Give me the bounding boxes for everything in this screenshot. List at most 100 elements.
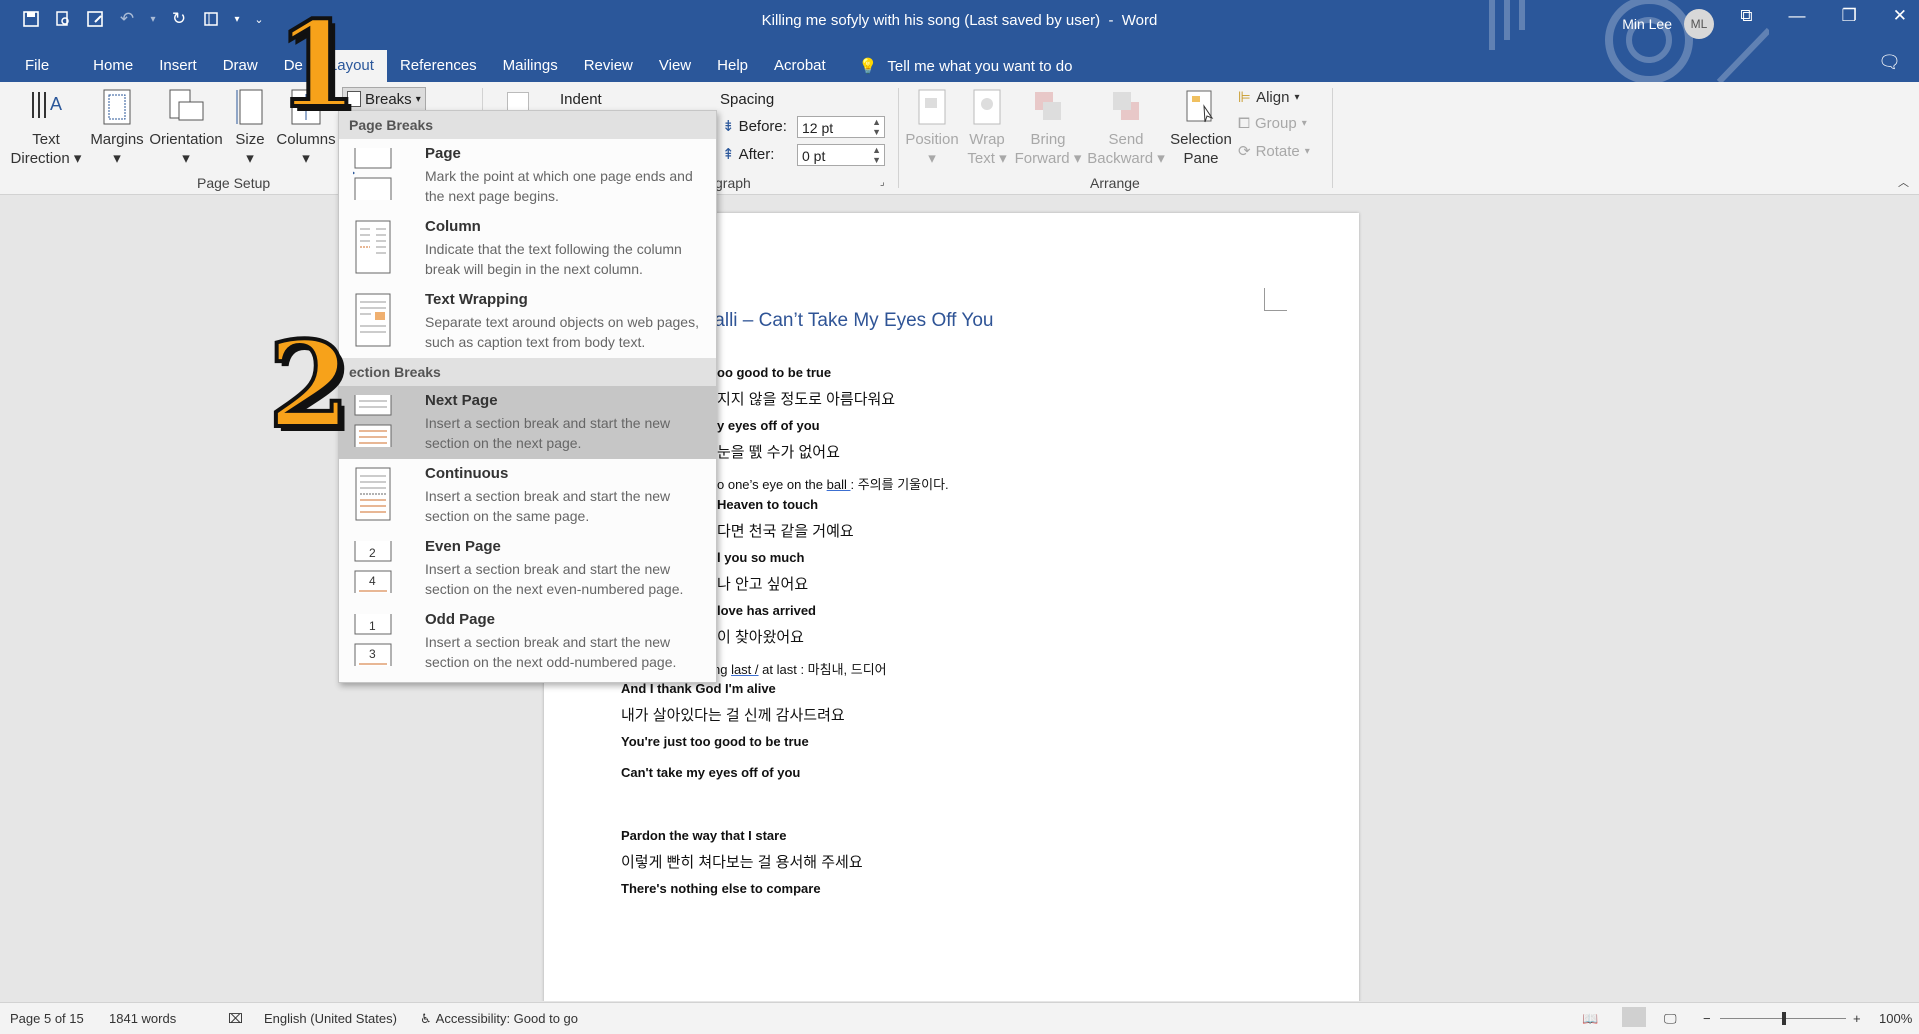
- spinner-arrows-icon[interactable]: ▲ ▼: [872, 117, 881, 137]
- margins-button[interactable]: Margins ▾: [88, 88, 146, 168]
- zoom-level[interactable]: 100%: [1879, 1011, 1912, 1026]
- paragraph-dialog-launcher-icon[interactable]: ⌟: [880, 177, 885, 188]
- menu-item-page[interactable]: Page Mark the point at which one page end…: [339, 139, 716, 212]
- size-icon: [231, 88, 269, 126]
- orientation-button[interactable]: Orientation ▾: [146, 88, 226, 168]
- rotate-button[interactable]: ⟳ Rotate ▾: [1238, 142, 1310, 161]
- spacing-before-field[interactable]: 12 pt ▲ ▼: [797, 116, 885, 138]
- selection-pane-label: Selection: [1170, 131, 1232, 148]
- tab-draw[interactable]: Draw: [210, 50, 271, 82]
- menu-item-text-wrapping[interactable]: Text Wrapping Separate text around object…: [339, 285, 716, 358]
- document-heading: /alli – Can’t Take My Eyes Off You: [709, 310, 994, 331]
- print-layout-icon[interactable]: [1622, 1007, 1646, 1027]
- bring-forward-button[interactable]: Bring Forward ▾: [1012, 88, 1084, 168]
- svg-text:4: 4: [369, 574, 376, 588]
- menu-item-odd-page[interactable]: 1 3 Odd Page Insert a section break and sta…: [339, 605, 716, 678]
- size-button[interactable]: Size ▾: [228, 88, 272, 168]
- svg-text:2: 2: [369, 546, 376, 560]
- menu-item-even-page[interactable]: 2 4 Even Page Insert a section break and st…: [339, 532, 716, 605]
- menu-item-continuous[interactable]: Continuous Insert a section break and sta…: [339, 459, 716, 532]
- spinner-arrows-icon[interactable]: ▲ ▼: [872, 145, 881, 165]
- send-backward-button[interactable]: Send Backward ▾: [1086, 88, 1166, 168]
- align-button[interactable]: ⊫ Align ▾: [1238, 88, 1299, 107]
- restore-icon[interactable]: ❐: [1842, 6, 1857, 26]
- tab-file[interactable]: File: [12, 50, 62, 82]
- group-separator: [1332, 88, 1333, 188]
- lyric-line-korean: 눈을 뗈 수가 없어요: [717, 444, 840, 461]
- tab-acrobat[interactable]: Acrobat: [761, 50, 839, 82]
- position-icon: [913, 88, 951, 126]
- accessibility-label: Accessibility: Good to go: [435, 1011, 579, 1026]
- send-backward-label-2: Backward: [1087, 150, 1154, 167]
- comments-icon[interactable]: 🗨: [1878, 52, 1901, 73]
- collapse-ribbon-icon[interactable]: ︿: [1898, 174, 1909, 190]
- menu-item-description: Insert a section break and start the new…: [425, 415, 671, 451]
- menu-item-title: Column: [425, 218, 481, 235]
- accessibility-status[interactable]: ♿ Accessibility: Good to go: [420, 1011, 578, 1027]
- lyric-line-english: There's nothing else to compare: [621, 881, 821, 896]
- selection-pane-icon: [1182, 88, 1220, 126]
- group-button[interactable]: ⧠ Group ▾: [1238, 115, 1307, 132]
- page-count[interactable]: Page 5 of 15: [10, 1011, 84, 1026]
- size-label: Size: [235, 131, 265, 148]
- tell-me-search[interactable]: 💡 Tell me what you want to do: [859, 57, 1073, 76]
- text-direction-label: Text: [32, 131, 60, 148]
- language-indicator[interactable]: English (United States): [264, 1011, 397, 1026]
- continuous-break-icon: [353, 466, 391, 521]
- spacing-after-value: 0 pt: [802, 148, 826, 164]
- tab-references[interactable]: References: [387, 50, 490, 82]
- menu-item-column[interactable]: Column Indicate that the text following t…: [339, 212, 716, 285]
- avatar[interactable]: ML: [1684, 9, 1714, 39]
- page-breaks-list: Page Mark the point at which one page end…: [339, 139, 716, 358]
- tab-home[interactable]: Home: [80, 50, 146, 82]
- section-breaks-header: ection Breaks: [339, 358, 716, 386]
- zoom-slider-thumb[interactable]: [1782, 1012, 1786, 1025]
- tell-me-label: Tell me what you want to do: [887, 57, 1073, 75]
- note-text: o one’s eye on the: [717, 477, 827, 492]
- tab-help[interactable]: Help: [704, 50, 761, 82]
- lyric-line-english: l you so much: [717, 550, 805, 565]
- tab-review[interactable]: Review: [571, 50, 646, 82]
- step-1-annotation: 1: [274, 0, 360, 134]
- window-controls: ⧉ — ❐ ✕: [1740, 6, 1907, 26]
- app-name: Word: [1121, 12, 1158, 29]
- lyric-line-korean: 지지 않을 정도로 아름다워요: [717, 391, 896, 408]
- section-breaks-list: Next Page Insert a section break and star…: [339, 386, 716, 678]
- position-button[interactable]: Position ▾: [902, 88, 962, 168]
- zoom-in-button[interactable]: +: [1853, 1011, 1861, 1026]
- proofing-icon[interactable]: ⌧: [228, 1011, 243, 1027]
- step-2-annotation: 2: [266, 315, 352, 454]
- svg-text:3: 3: [369, 647, 376, 661]
- tab-mailings[interactable]: Mailings: [490, 50, 571, 82]
- user-account[interactable]: Min Lee ML: [1622, 9, 1714, 39]
- menu-item-description: Indicate that the text following the col…: [425, 241, 682, 277]
- lyric-line-korean: 다면 천국 같을 거예요: [717, 523, 854, 540]
- wrap-text-label-2: Text: [967, 150, 995, 167]
- spacing-label: Spacing: [720, 91, 775, 108]
- selection-pane-button[interactable]: Selection Pane: [1166, 88, 1236, 168]
- menu-item-next-page[interactable]: Next Page Insert a section break and star…: [339, 386, 716, 459]
- selection-pane-label-2: Pane: [1183, 150, 1219, 167]
- web-layout-icon[interactable]: 🖵: [1664, 1011, 1677, 1027]
- menu-item-description: Insert a section break and start the new…: [425, 488, 671, 524]
- bring-forward-icon: [1029, 88, 1067, 126]
- ribbon-display-options-icon[interactable]: ⧉: [1740, 6, 1752, 26]
- tab-insert[interactable]: Insert: [146, 50, 210, 82]
- next-page-break-icon: [353, 393, 392, 447]
- wrap-text-button[interactable]: Wrap Text ▾: [962, 88, 1012, 168]
- arrange-group-label: Arrange: [1090, 175, 1140, 191]
- text-direction-button[interactable]: A Text Direction ▾: [6, 88, 86, 168]
- title-separator: -: [1108, 12, 1114, 29]
- text-direction-icon: A: [27, 88, 65, 126]
- close-icon[interactable]: ✕: [1893, 6, 1907, 26]
- read-mode-icon[interactable]: 📖: [1582, 1011, 1598, 1027]
- spacing-after-field[interactable]: 0 pt ▲ ▼: [797, 144, 885, 166]
- word-count[interactable]: 1841 words: [109, 1011, 176, 1026]
- zoom-out-button[interactable]: −: [1703, 1011, 1711, 1026]
- lyric-line-english: y eyes off of you: [717, 418, 820, 433]
- position-label: Position: [905, 131, 959, 148]
- minimize-icon[interactable]: —: [1789, 6, 1806, 26]
- page-break-icon: [351, 146, 392, 200]
- tab-view[interactable]: View: [646, 50, 704, 82]
- lyric-line-english: You're just too good to be true: [621, 734, 809, 749]
